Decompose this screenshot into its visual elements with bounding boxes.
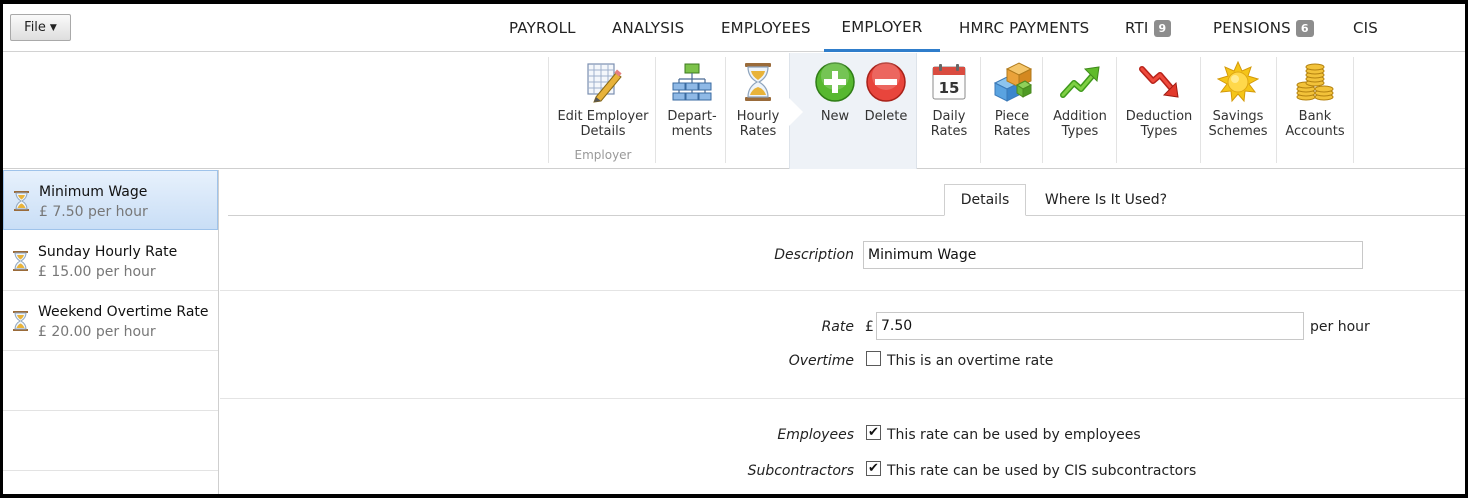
spreadsheet-pencil-icon [587,63,622,103]
hourly-rates-button[interactable]: Hourly Rates [727,53,789,169]
group-arrow [789,98,803,126]
field-separator [220,290,1465,291]
pensions-count-badge: 6 [1295,19,1314,37]
tab-cis[interactable]: CIS [1353,4,1378,52]
ribbon-separator [1042,57,1043,163]
rate-amount: £ 7.50 per hour [39,204,148,220]
list-item[interactable]: Weekend Overtime Rate £ 20.00 per hour [3,291,218,351]
ribbon-separator [1276,57,1277,163]
rate-name: Minimum Wage [39,184,148,200]
tab-employer[interactable]: EMPLOYER [824,4,940,52]
deduction-types-label: Deduction Types [1125,109,1193,139]
rti-count-badge: 9 [1153,19,1172,37]
rate-name: Weekend Overtime Rate [38,304,209,320]
field-separator [220,398,1465,399]
piece-rates-label: Piece Rates [993,109,1031,139]
addition-types-label: Addition Types [1053,109,1107,139]
tab-where-is-it-used[interactable]: Where Is It Used? [1034,184,1178,216]
trend-down-icon [1139,66,1179,98]
tab-strip-line [228,215,1465,216]
top-navigation: File ▼ PAYROLL ANALYSIS EMPLOYEES EMPLOY… [3,4,1465,52]
departments-label: Depart- ments [667,109,717,139]
savings-schemes-button[interactable]: Savings Schemes [1203,53,1273,169]
overtime-label: Overtime [788,353,854,369]
rate-unit: per hour [1310,319,1370,335]
add-circle-icon [815,62,855,102]
rate-amount: £ 15.00 per hour [38,264,156,280]
subcontractors-checkbox[interactable]: ✔ [866,461,881,476]
rate-name: Sunday Hourly Rate [38,244,178,260]
daily-rates-label: Daily Rates [930,109,968,139]
calendar-icon: 15 [932,64,966,100]
ribbon-toolbar: Edit Employer Details Depart- ments Hour… [3,53,1465,169]
tab-rti[interactable]: RTI 9 [1125,4,1172,52]
rate-amount: £ 20.00 per hour [38,324,156,340]
hourly-rates-list: Minimum Wage £ 7.50 per hour Sunday Hour… [3,170,219,494]
sun-icon [1217,61,1259,103]
tab-pensions[interactable]: PENSIONS 6 [1213,4,1314,52]
ribbon-separator [1116,57,1117,163]
overtime-text: This is an overtime rate [887,353,1054,369]
ribbon-separator [1353,57,1354,163]
currency-symbol: £ [865,319,874,335]
ribbon-separator [725,57,726,163]
list-item[interactable]: Minimum Wage £ 7.50 per hour [3,170,218,230]
savings-schemes-label: Savings Schemes [1208,109,1268,139]
tab-analysis[interactable]: ANALYSIS [612,4,684,52]
empty-list-row [3,411,218,471]
edit-employer-details-label: Edit Employer Details [557,109,649,139]
tab-employees[interactable]: EMPLOYEES [721,4,811,52]
employees-text: This rate can be used by employees [887,427,1141,443]
rate-details-panel: Details Where Is It Used? Description Ra… [220,170,1465,494]
bank-accounts-label: Bank Accounts [1285,109,1345,139]
bank-accounts-button[interactable]: Bank Accounts [1279,53,1351,169]
subcontractors-label: Subcontractors [747,463,854,479]
employer-group-label: Employer [574,148,632,162]
new-button[interactable]: New [811,53,859,169]
daily-rates-button[interactable]: 15 Daily Rates [921,53,977,169]
chevron-down-icon: ▼ [49,22,57,33]
org-chart-icon [672,63,712,101]
delete-button[interactable]: Delete [861,53,911,169]
hourly-rates-label: Hourly Rates [736,109,780,139]
hourglass-icon [13,251,28,271]
hourglass-icon [745,63,771,101]
deduction-types-button[interactable]: Deduction Types [1119,53,1199,169]
description-label: Description [774,247,854,263]
list-item[interactable]: Sunday Hourly Rate £ 15.00 per hour [3,231,218,291]
description-input[interactable] [863,241,1363,269]
hourglass-icon [13,311,28,331]
employees-label: Employees [777,427,854,443]
departments-button[interactable]: Depart- ments [659,53,725,169]
piece-rates-button[interactable]: Piece Rates [983,53,1041,169]
hourglass-icon [14,191,29,211]
rate-label: Rate [821,319,854,335]
overtime-checkbox[interactable] [866,351,881,366]
app-window: File ▼ PAYROLL ANALYSIS EMPLOYEES EMPLOY… [3,4,1465,494]
empty-list-row [3,351,218,411]
file-menu-button[interactable]: File ▼ [10,14,71,41]
tab-hmrc-payments[interactable]: HMRC PAYMENTS [959,4,1089,52]
subcontractors-text: This rate can be used by CIS subcontract… [887,463,1197,479]
employees-checkbox[interactable]: ✔ [866,425,881,440]
new-label: New [820,109,850,124]
tab-payroll[interactable]: PAYROLL [509,4,576,52]
tab-details[interactable]: Details [944,184,1026,216]
blocks-icon [993,62,1033,102]
calendar-day-number: 15 [939,79,960,97]
delete-label: Delete [864,109,908,124]
trend-up-icon [1060,66,1100,98]
ribbon-separator [1200,57,1201,163]
addition-types-button[interactable]: Addition Types [1045,53,1115,169]
ribbon-separator [980,57,981,163]
file-menu-label: File [24,20,46,35]
rate-input[interactable] [876,312,1304,340]
coin-stacks-icon [1296,63,1334,101]
remove-circle-icon [866,62,906,102]
